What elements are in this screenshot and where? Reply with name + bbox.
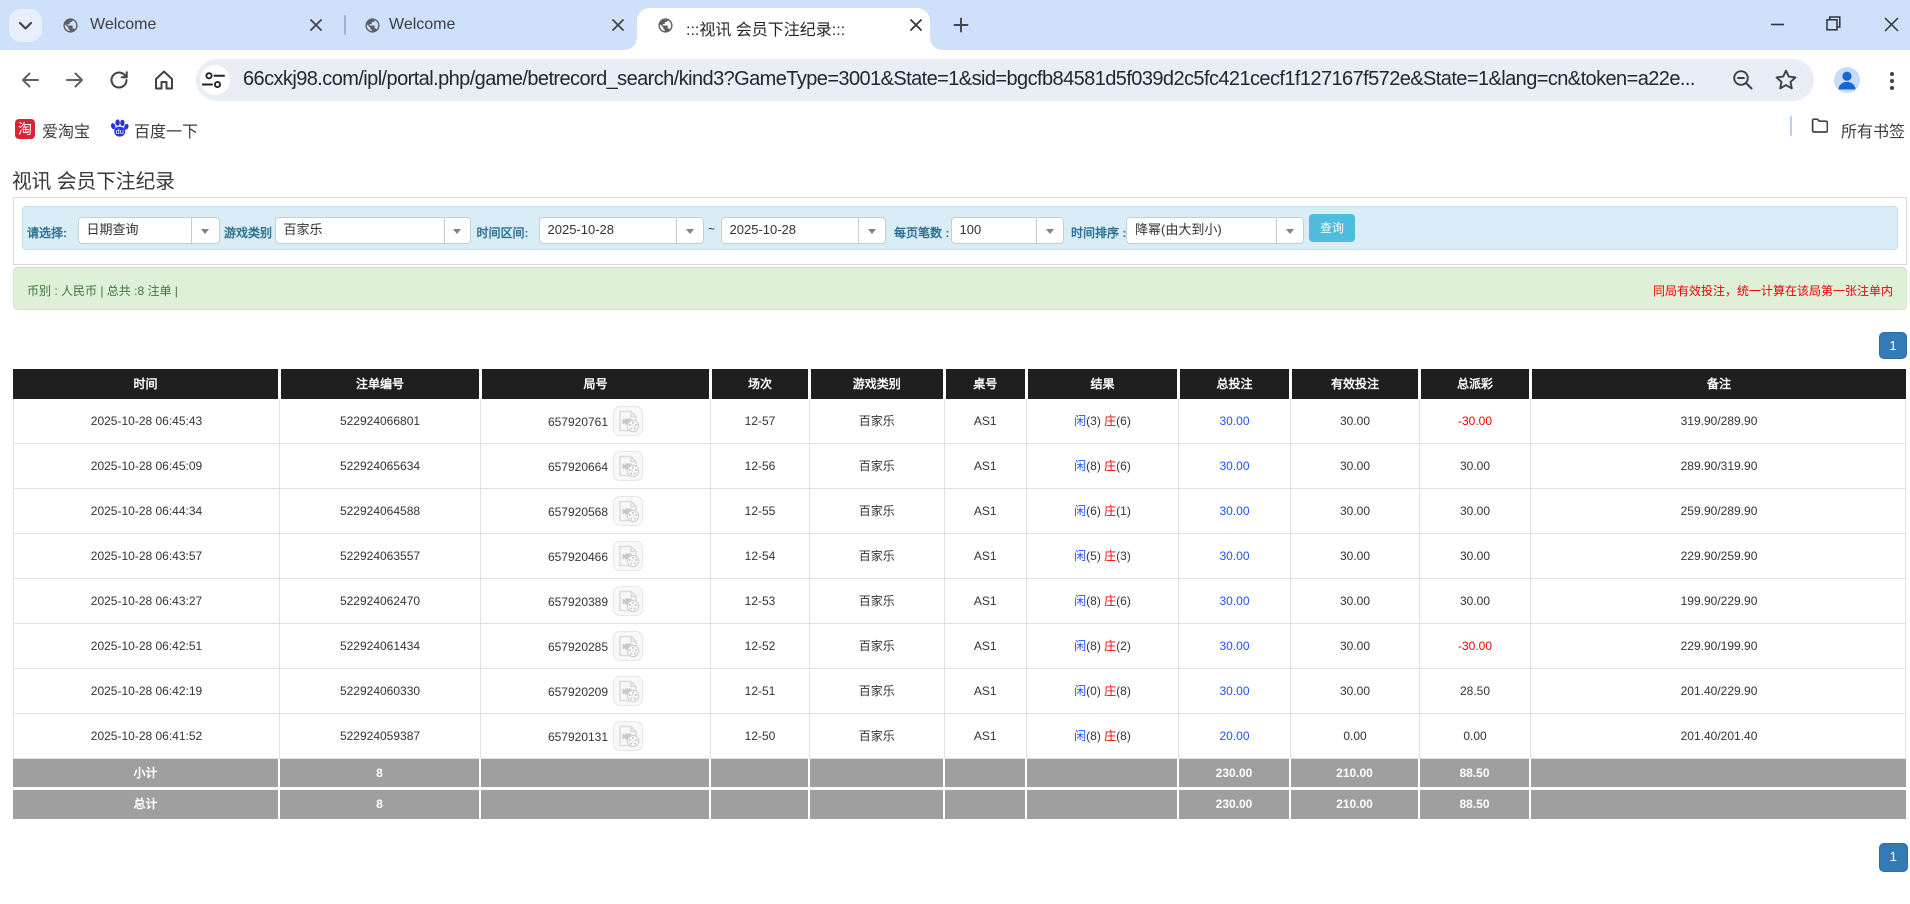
svg-text:du: du — [116, 127, 124, 136]
